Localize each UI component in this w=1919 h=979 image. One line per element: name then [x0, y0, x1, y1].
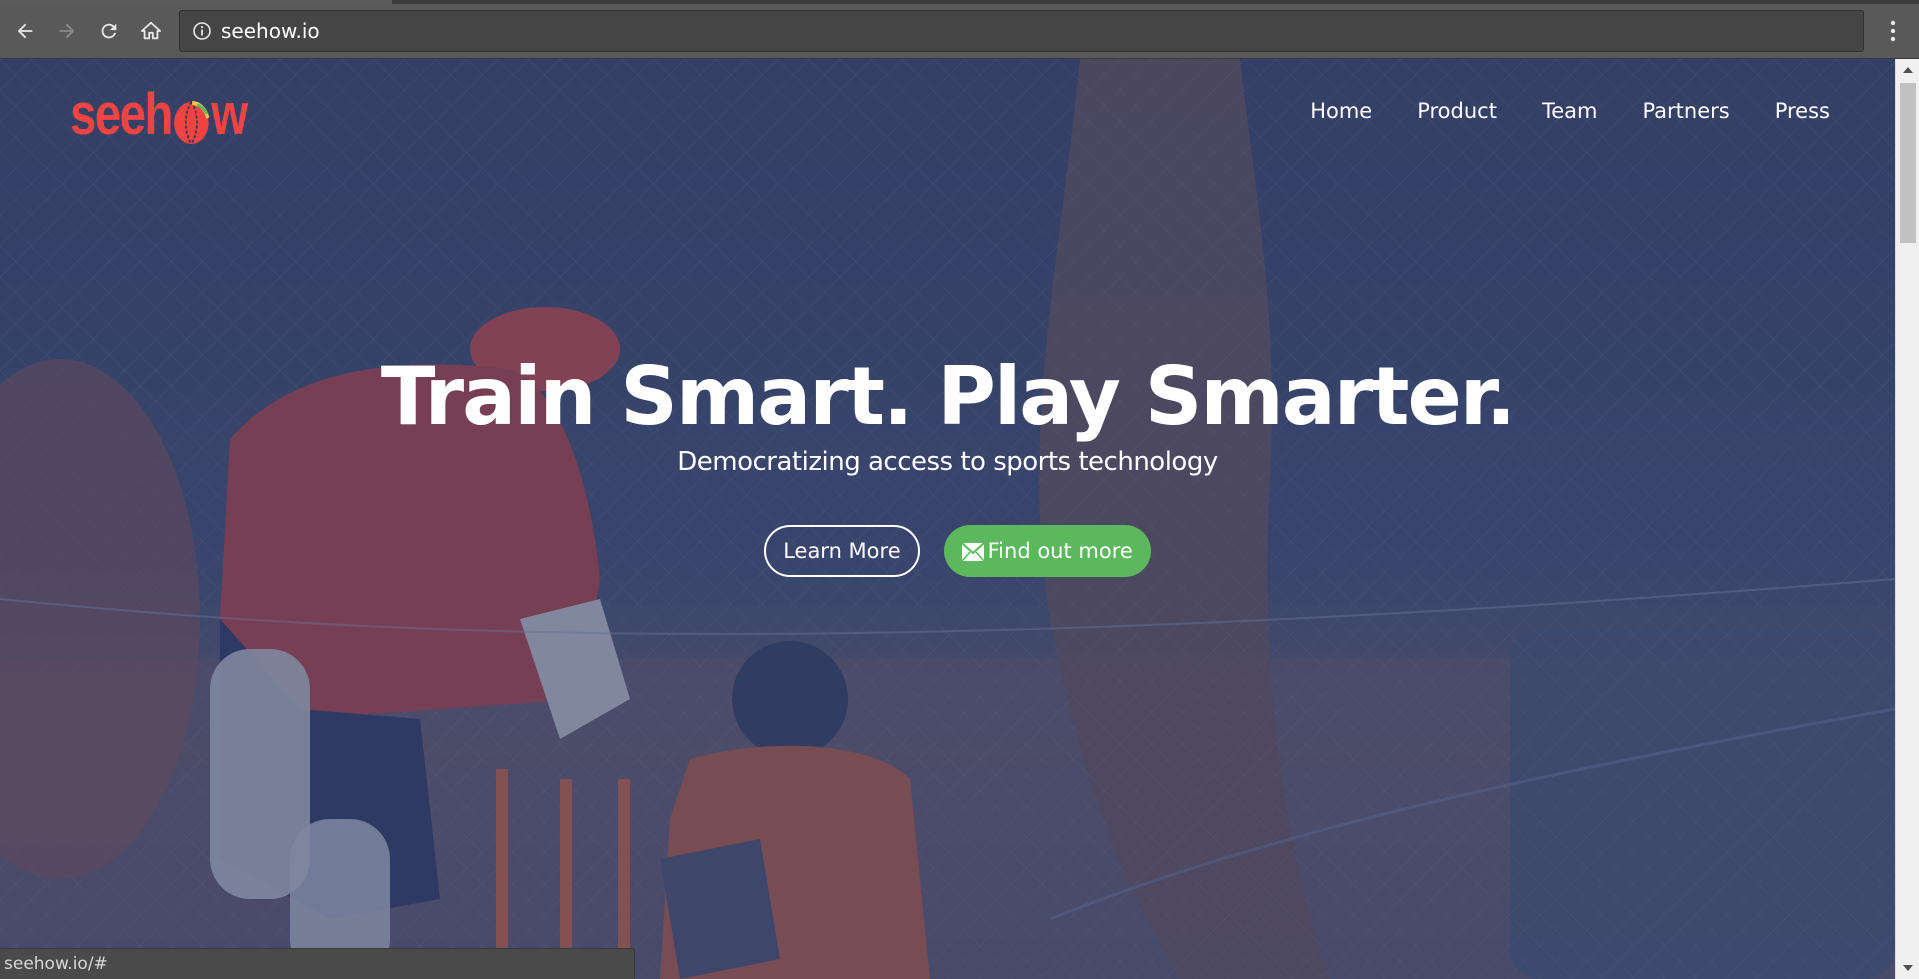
brand-name-suffix: w — [211, 81, 248, 147]
reload-button[interactable] — [92, 14, 126, 48]
back-button[interactable] — [8, 14, 42, 48]
forward-button[interactable] — [50, 14, 84, 48]
scroll-up-arrow-icon[interactable] — [1896, 59, 1919, 81]
page-scrollbar[interactable] — [1895, 59, 1919, 979]
nav-partners[interactable]: Partners — [1642, 99, 1729, 123]
scrollbar-thumb[interactable] — [1900, 83, 1916, 243]
url-text[interactable]: seehow.io — [221, 19, 320, 43]
home-icon — [140, 21, 162, 40]
site-nav: Home Product Team Partners Press — [1265, 99, 1830, 123]
hero-subheadline: Democratizing access to sports technolog… — [677, 447, 1218, 477]
nav-team[interactable]: Team — [1542, 99, 1598, 123]
learn-more-button[interactable]: Learn More — [764, 525, 920, 577]
brand-logo[interactable]: seeh w — [70, 79, 248, 149]
address-bar[interactable]: seehow.io — [179, 10, 1864, 52]
link-status-bubble: seehow.io/# — [0, 948, 635, 979]
cricket-ball-icon — [173, 93, 211, 145]
hero-actions: Learn More Find out more — [0, 525, 1895, 577]
brand-name: seeh — [70, 81, 173, 147]
find-out-more-label: Find out more — [987, 539, 1133, 563]
nav-press[interactable]: Press — [1775, 99, 1830, 123]
page-viewport: seeh w Home Product Team Partners Press T… — [0, 59, 1895, 979]
browser-menu-button[interactable] — [1878, 14, 1908, 48]
find-out-more-button[interactable]: Find out more — [943, 525, 1151, 577]
menu-dots-icon — [1890, 20, 1896, 42]
nav-product[interactable]: Product — [1417, 99, 1497, 123]
info-icon[interactable] — [191, 20, 213, 42]
forward-arrow-icon — [59, 23, 75, 39]
home-button[interactable] — [134, 14, 168, 48]
nav-home[interactable]: Home — [1310, 99, 1372, 123]
back-arrow-icon — [17, 23, 33, 39]
reload-icon — [101, 23, 117, 39]
browser-toolbar: seehow.io — [0, 4, 1919, 59]
scroll-down-arrow-icon[interactable] — [1896, 957, 1919, 979]
hero-overlay — [0, 59, 1895, 979]
hero-headline: Train Smart. Play Smarter. — [380, 350, 1516, 443]
envelope-icon — [960, 542, 985, 562]
